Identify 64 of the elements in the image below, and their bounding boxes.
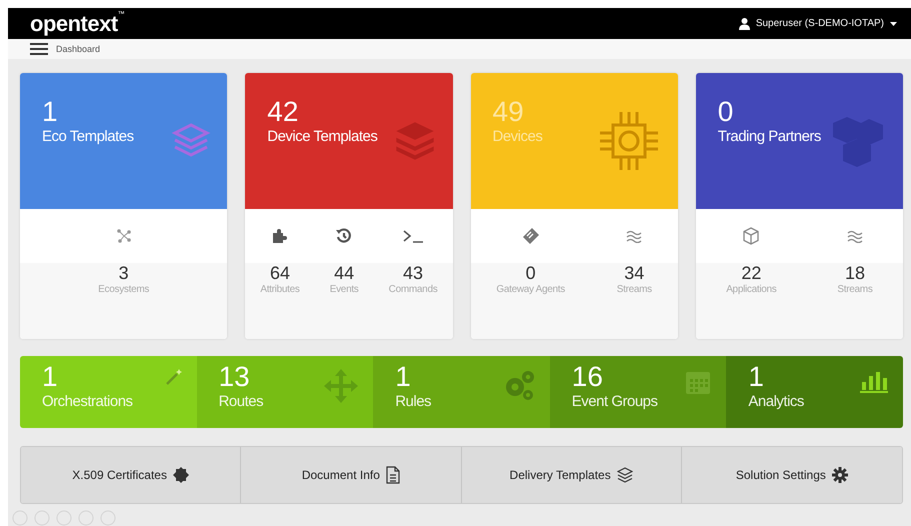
- stat-label: Ecosystems: [98, 284, 150, 295]
- action-button[interactable]: Solution Settings: [682, 447, 902, 503]
- document-icon: [386, 466, 400, 484]
- card-count: 0: [718, 97, 734, 128]
- user-icon: [738, 18, 750, 30]
- summary-card[interactable]: 1 Eco Templates 3 Ecosystems: [20, 73, 228, 339]
- stat-value: 18: [844, 263, 865, 284]
- action-button[interactable]: Document Info: [241, 447, 462, 503]
- card-count: 42: [267, 97, 300, 128]
- action-button[interactable]: Delivery Templates: [462, 447, 682, 503]
- tag-icon: [522, 227, 540, 245]
- stat-value: 22: [741, 263, 762, 284]
- tile-label: Event Groups: [572, 392, 658, 410]
- tile-count: 13: [218, 362, 251, 393]
- tile-label: Rules: [395, 392, 432, 410]
- card-label: Eco Templates: [42, 128, 134, 145]
- card-label: Devices: [492, 128, 542, 145]
- user-menu[interactable]: Superuser (S-DEMO-IOTAP): [738, 18, 897, 30]
- card-label: Device Templates: [267, 128, 378, 145]
- tile-count: 1: [748, 362, 765, 393]
- stat-label: Commands: [388, 284, 438, 295]
- stat-value: 64: [270, 263, 290, 284]
- summary-card[interactable]: 42 Device Templates 64 Attributes 44 Events 43 Commands: [245, 73, 452, 339]
- stat-value: 34: [624, 263, 644, 284]
- stat-tile[interactable]: 1 Analytics: [726, 356, 903, 428]
- puzzle-icon: [270, 227, 289, 245]
- tile-label: Routes: [218, 392, 264, 410]
- tile-count: 16: [572, 362, 604, 393]
- card-count: 1: [42, 97, 59, 128]
- stat-label: Streams: [837, 284, 873, 295]
- summary-card[interactable]: 49 Devices 0 Gateway Agents 34 Streams: [470, 73, 678, 339]
- breadcrumb[interactable]: Dashboard: [56, 44, 100, 54]
- move-arrows-icon: [323, 368, 360, 404]
- history-icon: [335, 227, 354, 245]
- action-button[interactable]: X.509 Certificates: [21, 447, 242, 503]
- caret-icon: [890, 22, 897, 26]
- card-label: Trading Partners: [718, 128, 821, 145]
- stat-value: 44: [334, 263, 354, 284]
- stat-value: 43: [403, 263, 424, 284]
- stat-label: Events: [330, 284, 359, 295]
- badge-icon: [172, 467, 189, 483]
- waves-icon: [846, 229, 864, 243]
- layers-icon: [616, 467, 633, 483]
- stat-value: 0: [526, 263, 536, 284]
- stat-tile[interactable]: 16 Event Groups: [550, 356, 726, 428]
- tile-label: Analytics: [748, 392, 804, 410]
- gear-icon: [832, 467, 848, 483]
- summary-card[interactable]: 0 Trading Partners 22 Applications 18 Streams: [696, 73, 903, 339]
- terminal-icon: [402, 228, 424, 244]
- card-count: 49: [492, 97, 525, 128]
- tile-count: 1: [42, 362, 59, 393]
- network-icon: [116, 228, 132, 244]
- tile-count: 1: [395, 362, 412, 393]
- magic-wand-icon: [164, 368, 183, 386]
- stat-label: Applications: [726, 284, 777, 295]
- stat-value: 3: [118, 263, 129, 284]
- menu-icon[interactable]: [30, 43, 48, 56]
- stat-label: Gateway Agents: [496, 284, 565, 295]
- box-icon: [742, 227, 760, 245]
- waves-icon: [625, 229, 644, 243]
- logo: opentext$^{™}$: [30, 10, 124, 37]
- tile-label: Orchestrations: [42, 392, 133, 410]
- stat-label: Attributes: [260, 284, 300, 295]
- stat-label: Streams: [616, 284, 652, 295]
